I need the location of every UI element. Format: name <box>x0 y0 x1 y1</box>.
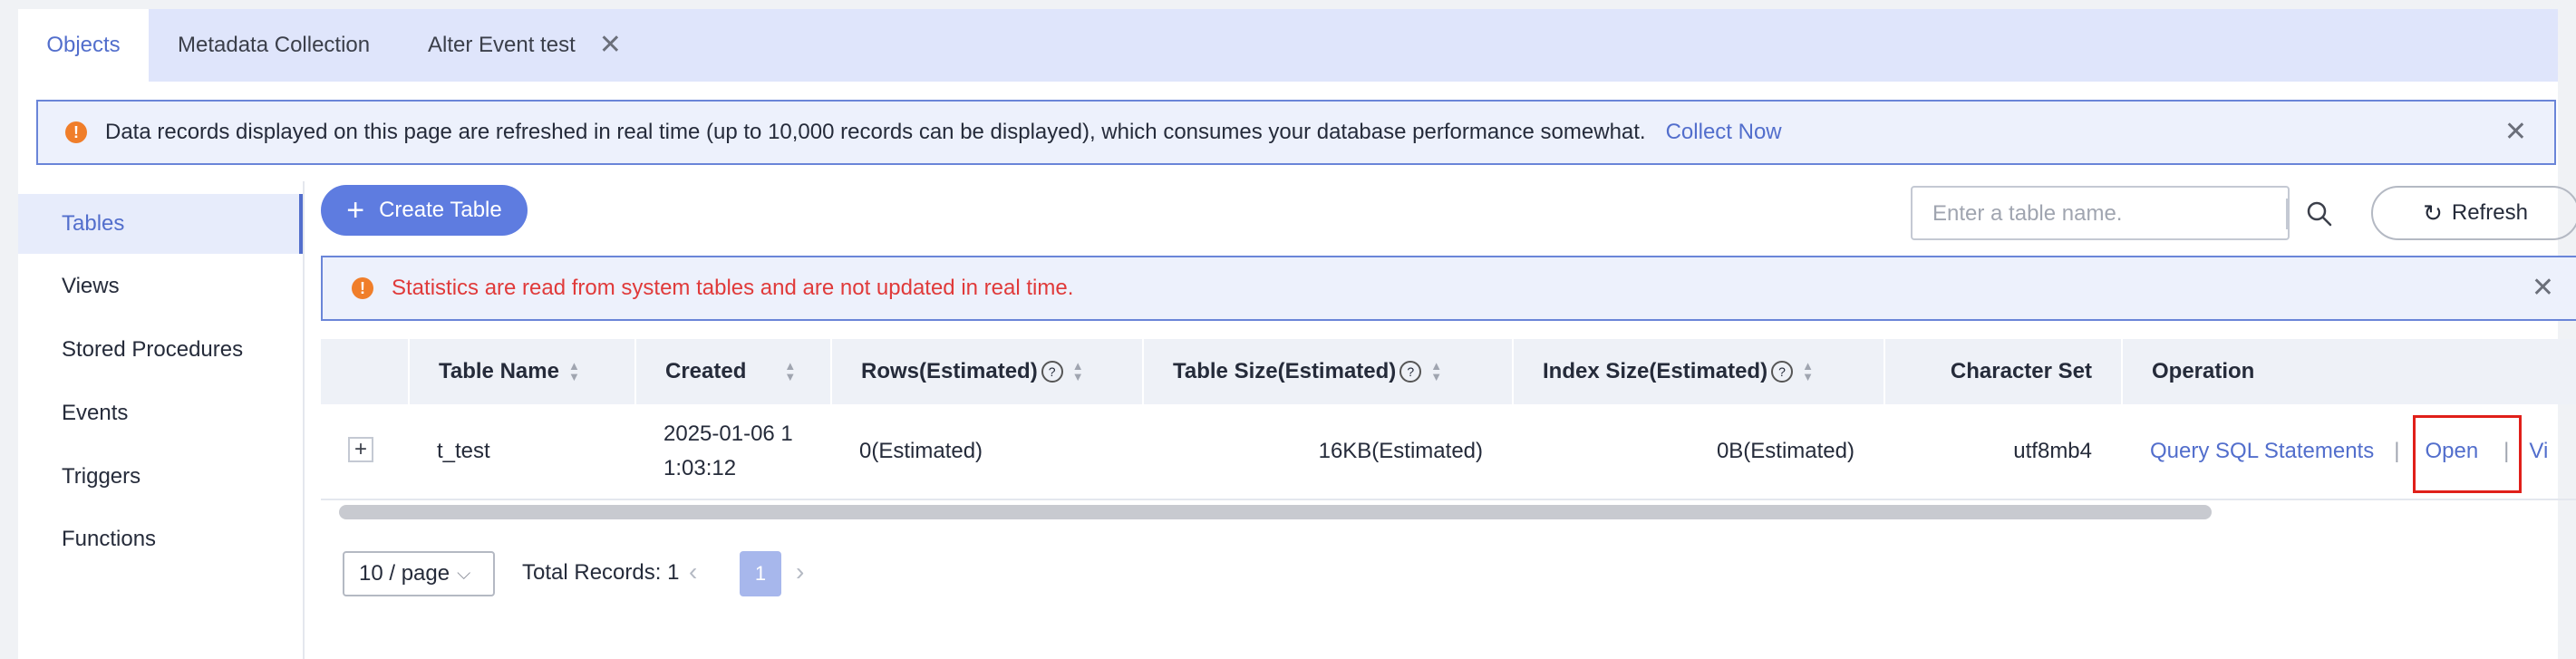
horizontal-scrollbar[interactable] <box>339 505 2212 519</box>
sidebar-item-label: Events <box>62 401 129 425</box>
table-name-text: t_test <box>437 439 490 463</box>
tab-label: Objects <box>46 33 121 57</box>
header-label: Operation <box>2152 359 2255 383</box>
prev-page-icon[interactable]: ‹ <box>689 558 697 586</box>
help-icon[interactable]: ? <box>1399 361 1422 383</box>
close-icon[interactable]: ✕ <box>2532 275 2554 302</box>
help-icon[interactable]: ? <box>1041 361 1063 383</box>
realtime-info-banner: ! Data records displayed on this page ar… <box>36 100 2556 165</box>
header-label: Character Set <box>1950 359 2092 383</box>
sidebar-item-label: Functions <box>62 527 157 551</box>
sort-icon[interactable]: ▲ ▼ <box>1072 360 1084 383</box>
cell-table-size: 16KB(Estimated) <box>1142 404 1483 499</box>
header-label: Rows(Estimated) <box>861 359 1038 383</box>
create-table-button[interactable]: + Create Table <box>321 185 528 236</box>
header-table-size-estimated[interactable]: Table Size(Estimated)? ▲ ▼ <box>1142 339 1512 404</box>
tab-label: Alter Event test <box>428 33 576 57</box>
collect-now-link[interactable]: Collect Now <box>1666 120 1782 145</box>
view-link[interactable]: Vi <box>2529 439 2548 464</box>
help-icon[interactable]: ? <box>1771 361 1794 383</box>
query-sql-statements-link[interactable]: Query SQL Statements <box>2150 439 2374 464</box>
header-index-size-estimated[interactable]: Index Size(Estimated)? ▲ ▼ <box>1512 339 1884 404</box>
total-records: Total Records: 1 <box>522 560 680 585</box>
sidebar-item-functions[interactable]: Functions <box>18 509 303 569</box>
tab-metadata-collection[interactable]: Metadata Collection <box>178 9 370 82</box>
header-character-set: Character Set <box>1884 339 2121 404</box>
search-icon[interactable] <box>2306 200 2333 228</box>
open-highlight-box <box>2413 415 2522 493</box>
create-table-label: Create Table <box>379 198 502 222</box>
cell-charset: utf8mb4 <box>1884 404 2092 499</box>
cell-created: 2025-01-06 1 1:03:12 <box>663 404 793 499</box>
warning-icon: ! <box>352 277 373 299</box>
close-icon[interactable]: ✕ <box>599 32 622 59</box>
header-rows-estimated[interactable]: Rows(Estimated)? ▲ ▼ <box>830 339 1142 404</box>
sidebar-item-views[interactable]: Views <box>18 257 303 316</box>
page-number-current[interactable]: 1 <box>740 551 781 596</box>
cell-index-size: 0B(Estimated) <box>1512 404 1855 499</box>
objects-panel: Objects Metadata Collection Alter Event … <box>18 9 2576 659</box>
table-search-box <box>1911 186 2332 240</box>
sort-icon[interactable]: ▲ ▼ <box>568 360 580 383</box>
index-size-text: 0B(Estimated) <box>1716 439 1855 463</box>
header-label: Index Size(Estimated) <box>1543 359 1768 383</box>
sidebar-item-stored-procedures[interactable]: Stored Procedures <box>18 320 303 380</box>
rows-text: 0(Estimated) <box>859 439 983 463</box>
stats-banner-text: Statistics are read from system tables a… <box>392 276 1074 300</box>
sidebar-item-events[interactable]: Events <box>18 383 303 443</box>
sidebar-item-label: Tables <box>62 211 125 236</box>
search-divider <box>2286 199 2288 229</box>
refresh-button[interactable]: ↻ Refresh <box>2371 186 2576 240</box>
tab-bar: Objects Metadata Collection Alter Event … <box>18 9 2558 82</box>
header-label: Table Size(Estimated) <box>1173 359 1397 383</box>
sort-icon[interactable]: ▲ ▼ <box>1430 360 1442 383</box>
tab-alter-event-test[interactable]: Alter Event test ✕ <box>428 9 622 82</box>
tables-table: Table Name ▲ ▼ Created ▲ ▼ Rows(Estimated)? ▲… <box>321 339 2576 500</box>
close-icon[interactable]: ✕ <box>2504 119 2527 146</box>
sidebar-item-triggers[interactable]: Triggers <box>18 447 303 507</box>
sort-icon[interactable]: ▲ ▼ <box>1802 360 1814 383</box>
header-label: Table Name <box>439 359 559 383</box>
sidebar-item-tables[interactable]: Tables <box>18 194 303 254</box>
charset-text: utf8mb4 <box>2013 439 2092 463</box>
next-page-icon[interactable]: › <box>796 558 804 586</box>
page-size-value: 10 / page <box>359 561 450 586</box>
tab-label: Metadata Collection <box>178 33 371 57</box>
sidebar-item-label: Stored Procedures <box>62 337 244 362</box>
table-size-text: 16KB(Estimated) <box>1318 439 1483 463</box>
chevron-down-icon: ⌵ <box>457 563 471 584</box>
header-created[interactable]: Created ▲ ▼ <box>634 339 830 404</box>
created-text-line2: 1:03:12 <box>663 456 737 480</box>
warning-icon: ! <box>65 121 87 143</box>
header-operation: Operation <box>2121 339 2576 404</box>
header-expand <box>321 339 408 404</box>
sort-icon[interactable]: ▲ ▼ <box>784 360 796 383</box>
page-size-select[interactable]: 10 / page ⌵ <box>343 551 495 596</box>
expand-row-icon[interactable]: + <box>348 437 373 462</box>
operation-separator: | <box>2394 439 2400 463</box>
sidebar-item-label: Views <box>62 274 120 298</box>
sidebar-item-label: Triggers <box>62 464 141 489</box>
header-label: Created <box>665 359 747 383</box>
object-type-sidebar: Tables Views Stored Procedures Events Tr… <box>18 181 305 659</box>
refresh-icon: ↻ <box>2423 199 2443 227</box>
table-row: + t_test 2025-01-06 1 1:03:12 0(Estimate… <box>321 404 2576 500</box>
cell-rows: 0(Estimated) <box>859 404 983 499</box>
plus-icon: + <box>346 193 365 228</box>
cell-table-name: t_test <box>437 404 490 499</box>
statistics-warning-banner: ! Statistics are read from system tables… <box>321 256 2576 321</box>
header-table-name[interactable]: Table Name ▲ ▼ <box>408 339 634 404</box>
banner-text: Data records displayed on this page are … <box>105 120 1646 144</box>
tab-objects[interactable]: Objects <box>18 9 149 82</box>
table-search-input[interactable] <box>1931 199 2261 229</box>
created-text-line1: 2025-01-06 1 <box>663 422 793 446</box>
refresh-label: Refresh <box>2451 200 2528 225</box>
table-header: Table Name ▲ ▼ Created ▲ ▼ Rows(Estimated)? ▲… <box>321 339 2576 404</box>
